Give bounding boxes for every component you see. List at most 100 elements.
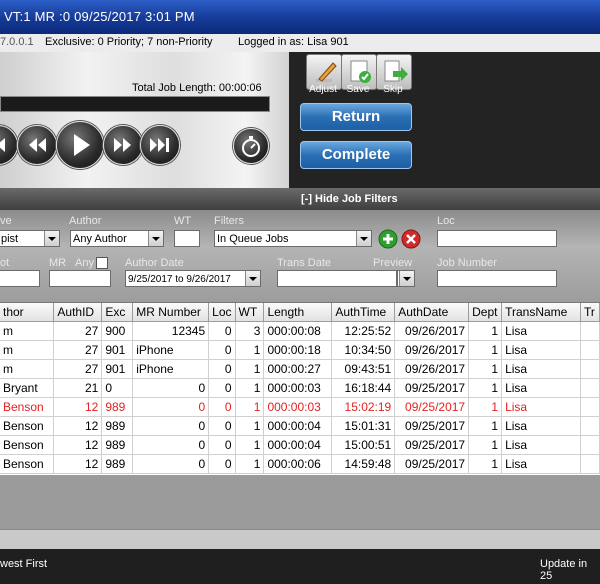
column-header[interactable]: WT	[235, 303, 265, 322]
table-row[interactable]: m 27 901 iPhone 0 1 000:00:27 09:43:51 09/26/201…	[0, 359, 600, 379]
job-number-input[interactable]	[437, 270, 557, 287]
preview-select[interactable]	[397, 270, 415, 287]
fast-forward-button[interactable]	[103, 125, 143, 165]
cell-exc: 989	[101, 435, 134, 455]
table-row[interactable]: m 27 900 12345 0 3 000:00:08 12:25:52 09/26/2017…	[0, 321, 600, 341]
table-row[interactable]: m 27 901 iPhone 0 1 000:00:18 10:34:50 09/26/201…	[0, 340, 600, 360]
cell-extra	[580, 416, 600, 436]
cell-trans: Lisa	[501, 378, 581, 398]
position-track[interactable]	[0, 96, 270, 112]
cell-loc: 0	[208, 340, 236, 360]
cell-authtime: 15:00:51	[331, 435, 396, 455]
chevron-down-icon	[245, 271, 260, 286]
cell-trans: Lisa	[501, 435, 581, 455]
column-header[interactable]: Length	[263, 303, 333, 322]
rewind-button[interactable]	[17, 125, 57, 165]
info-bar: 7.0.0.1 Exclusive: 0 Priority; 7 non-Pri…	[0, 34, 600, 53]
title-caption: VT:1 MR :0 09/25/2017 3:01 PM	[4, 9, 195, 24]
author-select[interactable]: Any Author	[70, 230, 164, 247]
cell-author: m	[0, 359, 55, 379]
mr-input[interactable]	[49, 270, 111, 287]
cell-author: m	[0, 321, 55, 341]
cell-authdate: 09/26/2017	[394, 359, 470, 379]
column-header[interactable]: Dept	[468, 303, 503, 322]
cell-authid: 27	[53, 359, 103, 379]
column-header[interactable]: MR Number	[132, 303, 210, 322]
table-row[interactable]: Benson 12 989 0 0 1 000:00:04 15:00:51 09/25/201…	[0, 435, 600, 455]
cell-extra	[580, 378, 600, 398]
return-button[interactable]: Return	[300, 103, 412, 131]
rewind-start-icon	[0, 138, 5, 152]
hide-job-filters-toggle[interactable]: [-] Hide Job Filters	[301, 193, 398, 205]
grid-empty-area	[0, 475, 600, 529]
cell-authtime: 09:43:51	[331, 359, 396, 379]
cell-authtime: 15:02:19	[331, 397, 396, 417]
cell-authtime: 12:25:52	[331, 321, 396, 341]
rewind-start-button[interactable]	[0, 125, 18, 165]
column-header[interactable]: AuthID	[53, 303, 103, 322]
cell-extra	[580, 321, 600, 341]
skip-label: Skip	[383, 84, 403, 95]
chevron-down-icon	[148, 231, 163, 246]
author-date-select[interactable]: 9/25/2017 to 9/26/2017	[125, 270, 261, 287]
timer-button[interactable]	[233, 128, 269, 164]
column-header[interactable]: Tr	[580, 303, 600, 322]
filters-select[interactable]: In Queue Jobs	[214, 230, 372, 247]
cell-wt: 1	[235, 416, 265, 436]
column-header[interactable]: AuthDate	[394, 303, 470, 322]
author-date-value: 9/25/2017 to 9/26/2017	[128, 274, 231, 285]
loc-input[interactable]	[437, 230, 557, 247]
cell-loc: 0	[208, 321, 236, 341]
filter-toggle-bar[interactable]: [-] Hide Job Filters	[0, 188, 600, 210]
column-header[interactable]: Exc	[101, 303, 134, 322]
chevron-down-icon	[356, 231, 371, 246]
add-filter-icon[interactable]	[378, 229, 398, 249]
any-checkbox[interactable]	[96, 257, 108, 269]
cell-dept: 1	[468, 321, 503, 341]
cell-loc: 0	[208, 397, 236, 417]
cell-dept: 1	[468, 397, 503, 417]
cell-authid: 21	[53, 378, 103, 398]
action-panel: Adjust Save Skip Return Complete	[289, 52, 600, 188]
loc-filter-label: Loc	[437, 215, 455, 227]
cell-trans: Lisa	[501, 454, 581, 474]
play-button[interactable]	[56, 121, 104, 169]
column-header[interactable]: thor	[0, 303, 55, 322]
typist-select[interactable]: pist	[0, 230, 60, 247]
column-header[interactable]: TransName	[501, 303, 581, 322]
skip-end-button[interactable]	[140, 125, 180, 165]
cell-exc: 901	[101, 359, 134, 379]
cell-wt: 1	[235, 378, 265, 398]
dept-input[interactable]	[0, 270, 40, 287]
cell-dept: 1	[468, 435, 503, 455]
cell-author: Benson	[0, 416, 55, 436]
cell-authtime: 15:01:31	[331, 416, 396, 436]
column-header[interactable]: AuthTime	[331, 303, 396, 322]
remove-filter-icon[interactable]	[401, 229, 421, 249]
column-header[interactable]: Loc	[208, 303, 236, 322]
logged-in-label: Logged in as: Lisa 901	[238, 36, 349, 48]
cell-mr: 0	[132, 416, 210, 436]
table-row[interactable]: Benson 12 989 0 0 1 000:00:06 14:59:48 09/25/201…	[0, 454, 600, 474]
cell-wt: 1	[235, 397, 265, 417]
trans-date-input[interactable]	[277, 270, 397, 287]
cell-trans: Lisa	[501, 416, 581, 436]
cell-authdate: 09/26/2017	[394, 321, 470, 341]
cell-exc: 989	[101, 416, 134, 436]
complete-button[interactable]: Complete	[300, 141, 412, 169]
table-row[interactable]: Benson 12 989 0 0 1 000:00:04 15:01:31 09/25/201…	[0, 416, 600, 436]
audio-player: Total Job Length: 00:00:06	[0, 52, 289, 188]
cell-author: Benson	[0, 435, 55, 455]
any-label: Any	[75, 257, 94, 269]
cell-author: Benson	[0, 397, 55, 417]
cell-mr: 0	[132, 397, 210, 417]
wt-input[interactable]	[174, 230, 200, 247]
cell-length: 000:00:03	[263, 397, 333, 417]
table-row[interactable]: Bryant 21 0 0 0 1 000:00:03 16:18:44 09/25/2017 1…	[0, 378, 600, 398]
mr-filter-label: MR	[49, 257, 67, 269]
job-grid: thor AuthID Exc MR Number Loc WT Length AuthTim…	[0, 302, 600, 476]
job-number-label: Job Number	[437, 257, 497, 269]
table-row[interactable]: Benson 12 989 0 0 1 000:00:03 15:02:19 09/25/201…	[0, 397, 600, 417]
cell-trans: Lisa	[501, 321, 581, 341]
dept-filter-label: ot	[0, 257, 10, 269]
